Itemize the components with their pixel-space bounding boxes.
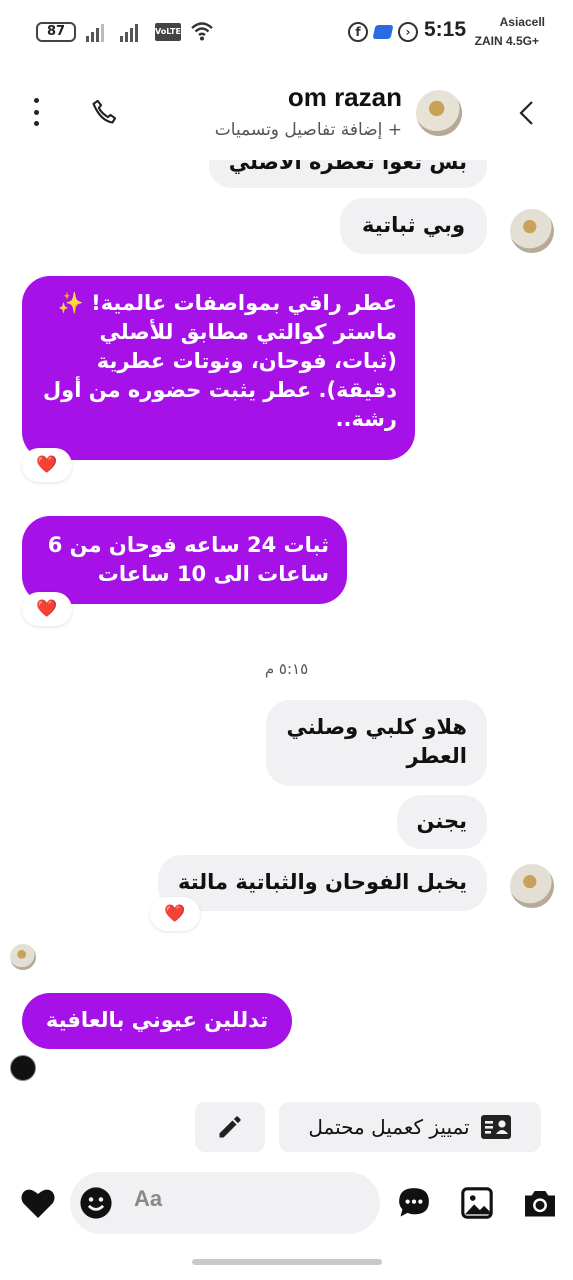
- pencil-icon: [219, 1116, 241, 1138]
- message-line: ماستر كوالتي مطابق للأصلي: [99, 320, 398, 344]
- edit-button[interactable]: [195, 1102, 265, 1152]
- contact-name[interactable]: om razan: [288, 82, 402, 113]
- message-text: بس تعوا تعطره الاصلي: [228, 160, 467, 174]
- message-line: ساعات الى 10 ساعات: [97, 562, 329, 586]
- message-text: وبي ثباتية: [361, 213, 465, 237]
- signal-icon-2: [120, 22, 138, 42]
- heart-reaction[interactable]: ❤️: [150, 897, 200, 931]
- message-input-placeholder: Aa: [134, 1186, 163, 1211]
- notification-circle-icon: ›: [398, 22, 418, 42]
- message-incoming-partial[interactable]: بس تعوا تعطره الاصلي: [208, 160, 487, 188]
- composer-bar: Aa: [0, 1168, 573, 1238]
- message-outgoing[interactable]: عطر راقي بمواصفات عالمية! ✨ ماستر كوالتي…: [22, 276, 415, 460]
- phone-call-icon[interactable]: [90, 98, 118, 126]
- contact-avatar[interactable]: [416, 90, 462, 136]
- message-line: العطر: [406, 744, 467, 768]
- emoji-icon[interactable]: [79, 1186, 113, 1220]
- facebook-icon: f: [348, 22, 368, 42]
- add-details-link[interactable]: + إضافة تفاصيل وتسميات: [215, 120, 402, 140]
- message-text: يجنن: [416, 809, 468, 833]
- message-input[interactable]: [70, 1172, 380, 1234]
- message-line: ثبات 24 ساعه فوحان من 6: [47, 533, 329, 557]
- camera-icon[interactable]: [522, 1186, 558, 1220]
- home-indicator[interactable]: [192, 1259, 382, 1265]
- message-incoming[interactable]: وبي ثباتية: [339, 198, 487, 254]
- status-bar: 87 VoLTE f › 5:15 Asiacell ZAIN 4.5G+: [0, 0, 573, 64]
- back-chevron-icon[interactable]: [517, 100, 535, 126]
- message-incoming[interactable]: يجنن: [396, 795, 487, 849]
- message-list[interactable]: بس تعوا تعطره الاصلي وبي ثباتية عطر راقي…: [0, 160, 573, 1095]
- carrier-secondary: ZAIN 4.5G+: [474, 34, 539, 48]
- message-incoming[interactable]: هلاو كلبي وصلني العطر: [266, 700, 487, 786]
- heart-icon[interactable]: [20, 1186, 56, 1220]
- message-text: يخبل الفوحان والثباتية مالتة: [177, 870, 467, 894]
- message-line: عطر راقي بمواصفات عالمية! ✨: [57, 291, 397, 315]
- message-line: رشة..: [335, 407, 397, 431]
- carrier-primary: Asiacell: [499, 15, 545, 29]
- seen-by-avatar: [10, 944, 36, 970]
- more-options-icon[interactable]: [26, 98, 46, 126]
- app-notification-icon: [372, 25, 394, 39]
- battery-icon: 87: [36, 22, 76, 42]
- message-outgoing[interactable]: ثبات 24 ساعه فوحان من 6 ساعات الى 10 ساع…: [22, 516, 347, 604]
- message-incoming[interactable]: يخبل الفوحان والثباتية مالتة: [157, 855, 487, 911]
- message-line: دقيقة). عطر يثبت حضوره من أول: [42, 378, 397, 402]
- read-receipt-avatar: [10, 1055, 36, 1081]
- signal-icon: [86, 22, 104, 42]
- gallery-icon[interactable]: [460, 1186, 494, 1220]
- mark-as-lead-label: تمييز كعميل محتمل: [308, 1115, 470, 1139]
- message-line: (ثبات، فوحان، ونوتات عطرية: [96, 349, 397, 373]
- sender-avatar[interactable]: [510, 864, 554, 908]
- quick-replies-icon[interactable]: [397, 1186, 431, 1220]
- heart-reaction[interactable]: ❤️: [22, 592, 72, 626]
- message-line: هلاو كلبي وصلني: [286, 715, 467, 739]
- message-outgoing[interactable]: تدللين عيوني بالعافية: [22, 993, 292, 1049]
- message-text: تدللين عيوني بالعافية: [45, 1008, 269, 1032]
- status-time: 5:15: [424, 18, 467, 41]
- volte-badge: VoLTE: [155, 23, 181, 41]
- heart-reaction[interactable]: ❤️: [22, 448, 72, 482]
- mark-as-lead-button[interactable]: تمييز كعميل محتمل: [279, 1102, 541, 1152]
- chat-header: om razan + إضافة تفاصيل وتسميات: [0, 70, 573, 160]
- sender-avatar[interactable]: [510, 209, 554, 253]
- wifi-icon: [191, 22, 213, 41]
- contact-card-icon: [480, 1115, 511, 1139]
- timestamp: ٥:١٥ م: [264, 660, 309, 678]
